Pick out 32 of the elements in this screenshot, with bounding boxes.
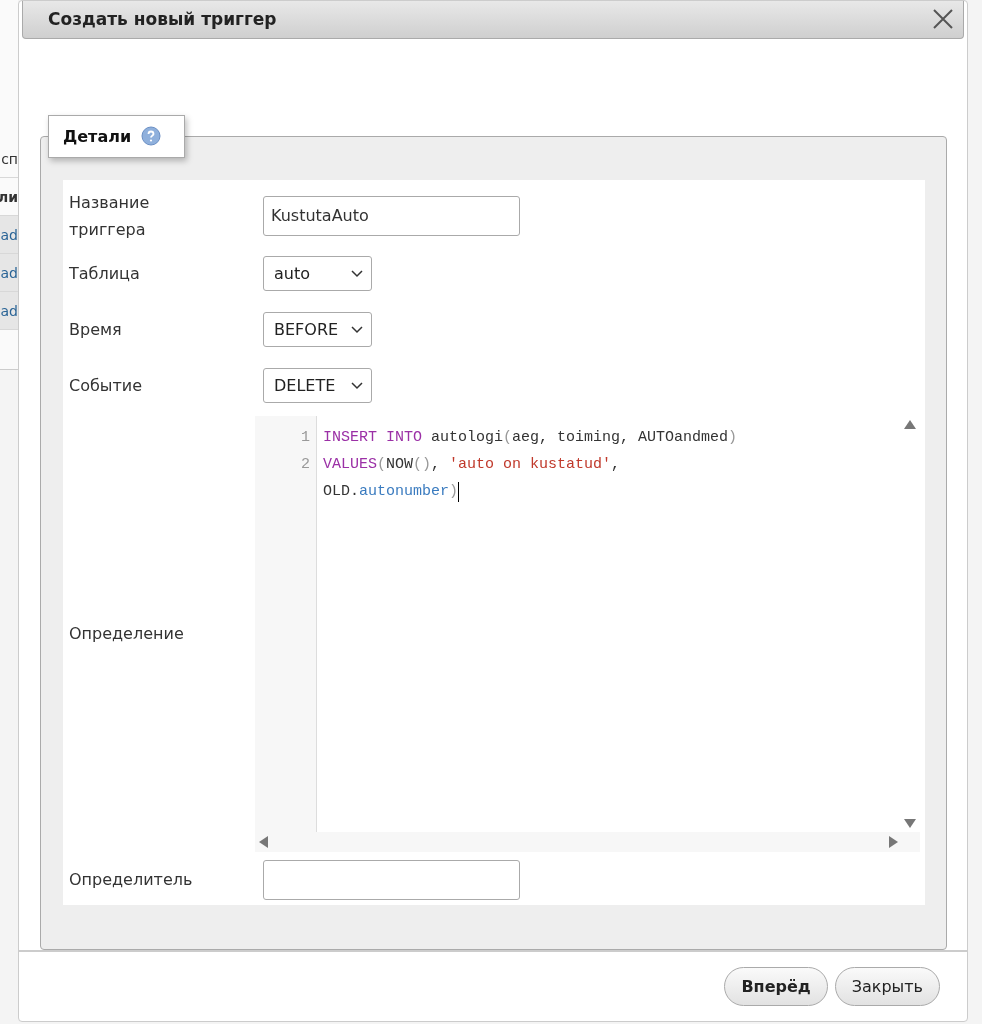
help-icon[interactable] — [141, 126, 162, 147]
field-label: Определитель — [69, 869, 194, 892]
field-label: Определение — [69, 623, 185, 646]
field-label: Название триггера — [69, 191, 151, 241]
dialog-button[interactable]: Закрыть — [834, 966, 940, 1006]
scroll-right-icon[interactable] — [889, 835, 898, 848]
background-text: ad — [0, 292, 18, 330]
details-tab[interactable]: Детали — [48, 114, 185, 158]
code-line: INSERT INTO autologi(aeg, toiming, AUTOandmed) — [323, 427, 739, 448]
select-field[interactable]: BEFORE — [263, 312, 372, 348]
chevron-icon — [351, 381, 363, 390]
code-line: OLD.autonumber) — [323, 480, 461, 504]
select-field[interactable]: DELETE — [263, 368, 372, 404]
line-number: 2 — [300, 454, 311, 475]
background-text: ad — [0, 216, 18, 254]
scroll-left-icon[interactable] — [259, 835, 268, 848]
background-text: ad — [0, 254, 18, 292]
chevron-icon — [351, 325, 363, 334]
line-number: 1 — [300, 427, 311, 448]
dialog-title: Создать новый триггер — [48, 9, 277, 30]
field-label: Событие — [69, 375, 144, 398]
field-label: Таблица — [69, 263, 141, 286]
text-field[interactable]: KustutaAuto — [263, 195, 520, 236]
scroll-up-icon[interactable] — [904, 419, 916, 429]
chevron-icon — [351, 269, 363, 278]
field-label: Время — [69, 319, 123, 342]
dialog-button[interactable]: Вперёд — [724, 966, 828, 1006]
select-field[interactable]: auto — [263, 256, 372, 292]
text-field[interactable] — [263, 859, 520, 900]
code-line: VALUES(NOW(), 'auto on kustatud', — [323, 454, 622, 475]
code-editor[interactable]: 1 2 INSERT INTO autologi(aeg, toiming, AUTOandmed) VALUES(NOW(), 'auto on kustatud', OLD.autonumber) — [255, 415, 920, 852]
scroll-down-icon[interactable] — [904, 818, 916, 828]
